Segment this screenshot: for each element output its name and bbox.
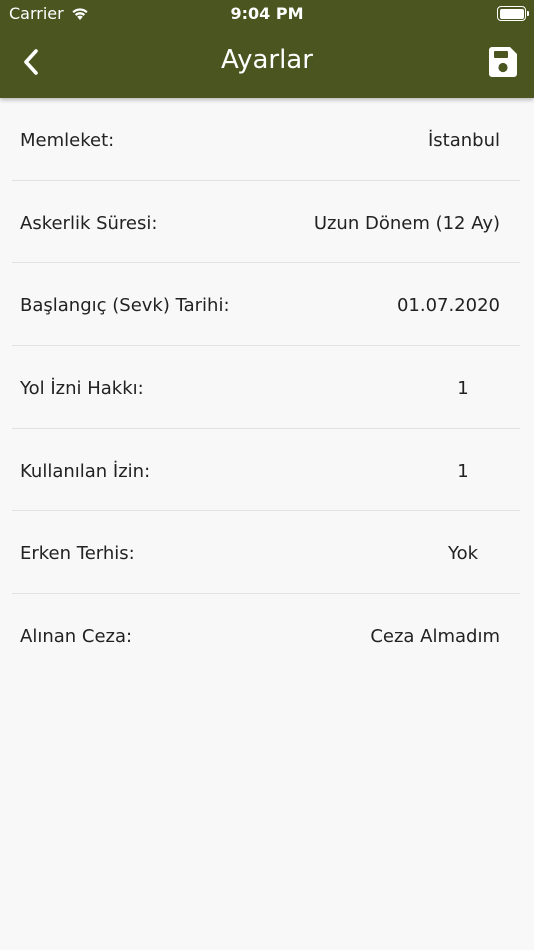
setting-label: Alınan Ceza:: [20, 626, 133, 648]
setting-row-baslangic-tarihi[interactable]: Başlangıç (Sevk) Tarihi: 01.07.2020: [0, 263, 534, 347]
setting-label: Memleket:: [20, 130, 115, 151]
setting-label: Yol İzni Hakkı:: [20, 378, 144, 400]
settings-list: Memleket: İstanbul Askerlik Süresi: Uzun…: [0, 98, 534, 677]
status-bar: Carrier 9:04 PM: [0, 0, 534, 28]
setting-row-erken-terhis[interactable]: Erken Terhis: Yok: [0, 511, 534, 595]
save-button[interactable]: [488, 46, 518, 78]
setting-value: Ceza Almadım: [370, 626, 500, 648]
battery-icon: [497, 6, 529, 21]
navigation-bar: Carrier 9:04 PM Ayarlar: [0, 0, 534, 98]
setting-row-alinan-ceza[interactable]: Alınan Ceza: Ceza Almadım: [0, 594, 534, 677]
setting-row-kullanilan-izin[interactable]: Kullanılan İzin: 1: [0, 429, 534, 512]
setting-row-yol-izni-hakki[interactable]: Yol İzni Hakkı: 1: [0, 346, 534, 429]
page-title: Ayarlar: [221, 45, 313, 75]
setting-label: Askerlik Süresi:: [20, 212, 158, 234]
status-time: 9:04 PM: [230, 4, 304, 23]
setting-row-memleket[interactable]: Memleket: İstanbul: [0, 98, 534, 181]
setting-value: Uzun Dönem (12 Ay): [313, 212, 500, 234]
setting-value: 1: [457, 460, 469, 482]
setting-label: Başlangıç (Sevk) Tarihi:: [20, 295, 230, 317]
setting-row-askerlik-suresi[interactable]: Askerlik Süresi: Uzun Dönem (12 Ay): [0, 181, 534, 264]
setting-value: Yok: [447, 543, 479, 565]
setting-value: 1: [457, 378, 469, 400]
setting-value: İstanbul: [427, 130, 500, 151]
setting-label: Erken Terhis:: [20, 543, 135, 565]
setting-label: Kullanılan İzin:: [20, 460, 151, 482]
floppy-disk-icon: [489, 47, 517, 77]
setting-value: 01.07.2020: [396, 295, 500, 317]
